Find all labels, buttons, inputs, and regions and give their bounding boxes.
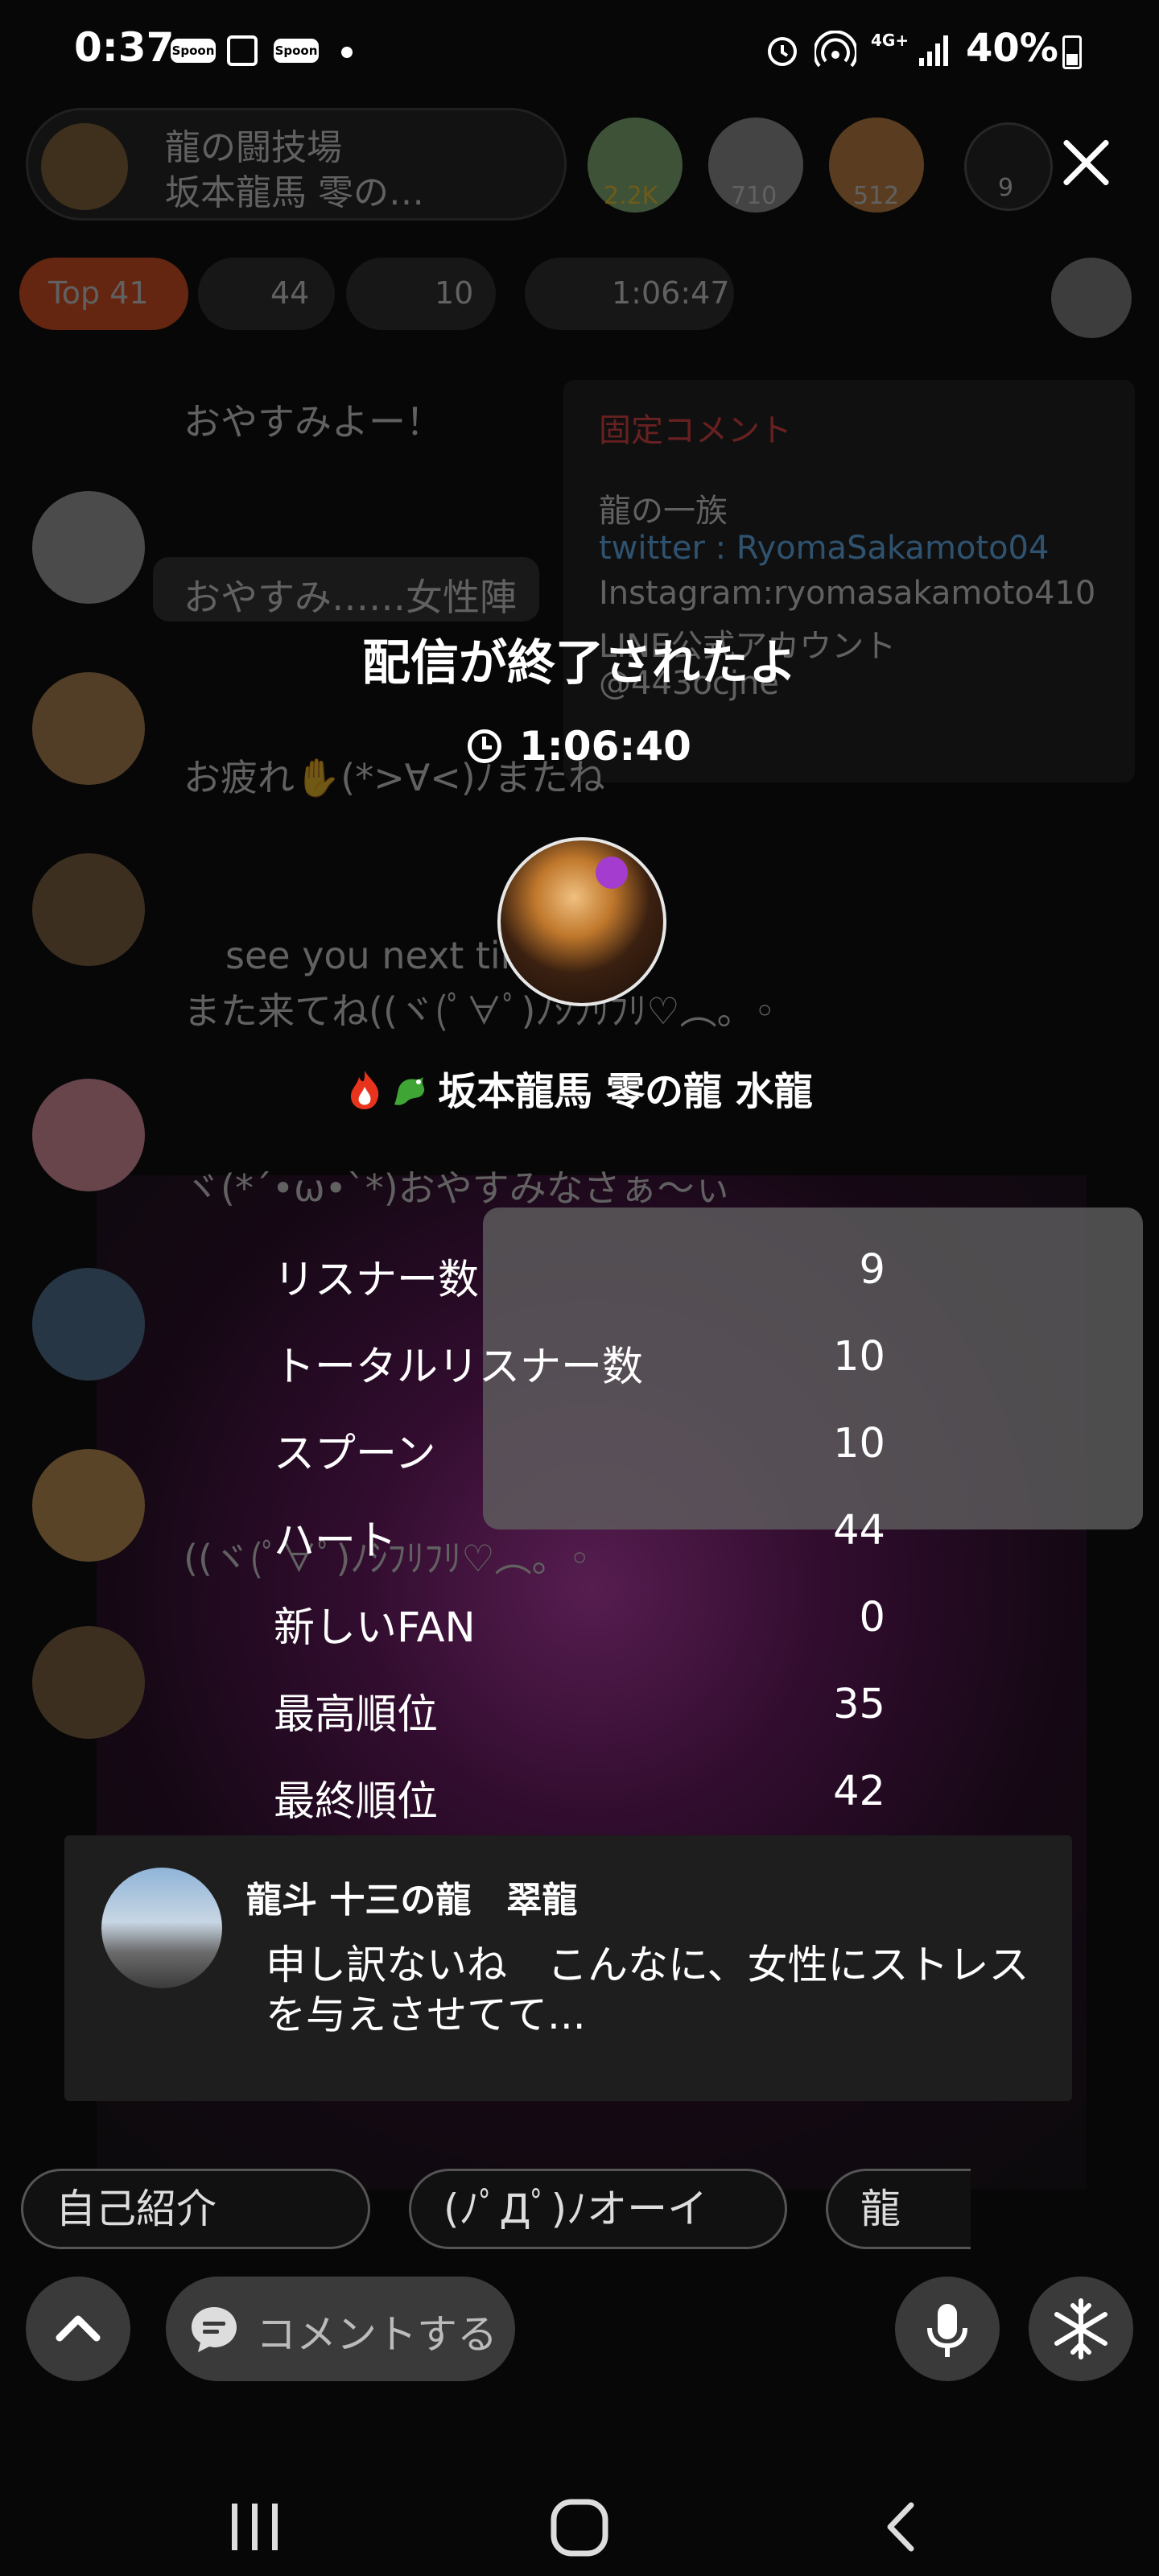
stat-highest-rank: 最高順位 35 bbox=[274, 1681, 885, 1768]
dj-name: 坂本龍馬 零の龍 水龍 bbox=[438, 1069, 813, 1114]
shortcut-label: (ﾉﾟДﾟ)ﾉオーイ bbox=[443, 2186, 708, 2232]
hearts-count: 44 bbox=[270, 275, 310, 311]
room-header[interactable]: 龍の闘技場 坂本龍馬 零の… bbox=[26, 108, 567, 221]
toast-message: 申し訳ないね こんなに、女性にストレスを与えさせてて... bbox=[266, 1942, 1029, 2038]
rank1-badge: 2.2K bbox=[604, 182, 658, 210]
stat-spoons: スプーン 10 bbox=[274, 1420, 885, 1507]
rank3-badge: 512 bbox=[853, 182, 900, 210]
stat-new-fans: 新しいFAN 0 bbox=[274, 1594, 885, 1681]
stat-value: 0 bbox=[859, 1594, 885, 1641]
chat-avatar[interactable] bbox=[32, 1268, 145, 1381]
system-nav-bar bbox=[0, 2447, 1159, 2576]
chat-message: また来てね((ヾ(ﾟ∀ﾟ)ﾉｼﾌﾘﾌﾘ♡︵。◦ bbox=[184, 989, 776, 1033]
pinned-line[interactable]: twitter : RyomaSakamoto04 bbox=[599, 530, 1049, 567]
pinned-title: 固定コメント bbox=[599, 412, 792, 449]
broadcast-stats: リスナー数 9 トータルリスナー数 10 スプーン 10 ハート 44 新しいF… bbox=[274, 1246, 885, 1855]
dj-name-row[interactable]: 坂本龍馬 零の龍 水龍 bbox=[0, 1059, 1159, 1116]
elapsed-time: 1:06:47 bbox=[612, 275, 730, 311]
microphone-icon bbox=[927, 2304, 967, 2357]
listener-count: 9 bbox=[998, 174, 1014, 202]
pinned-comment-card: 固定コメント 龍の一族 twitter : RyomaSakamoto04 In… bbox=[563, 380, 1135, 782]
stat-value: 10 bbox=[833, 1420, 885, 1468]
chat-bubble-icon bbox=[192, 2307, 237, 2352]
dj-avatar[interactable] bbox=[497, 837, 666, 1006]
duration-value: 1:06:40 bbox=[519, 723, 691, 770]
shortcut-label: 龍 bbox=[860, 2186, 901, 2232]
chevron-up-icon bbox=[56, 2315, 101, 2342]
chat-avatar[interactable] bbox=[32, 1626, 145, 1739]
gallery-icon bbox=[227, 35, 258, 66]
signal-icon bbox=[919, 35, 948, 66]
toast-avatar bbox=[101, 1868, 222, 1988]
expand-button[interactable] bbox=[26, 2277, 130, 2381]
chat-avatar[interactable] bbox=[32, 491, 145, 604]
shortcut-hey[interactable]: (ﾉﾟДﾟ)ﾉオーイ bbox=[409, 2169, 787, 2249]
spoon-app-icon-2: Spoon bbox=[274, 39, 319, 63]
status-time: 0:37 bbox=[74, 24, 175, 71]
stat-value: 9 bbox=[859, 1246, 885, 1294]
stat-listeners: リスナー数 9 bbox=[274, 1246, 885, 1333]
stat-value: 10 bbox=[833, 1333, 885, 1381]
room-title-line1: 龍の闘技場 bbox=[165, 127, 342, 168]
home-icon[interactable] bbox=[547, 2496, 612, 2560]
pinned-line: Instagram:ryomasakamoto410 bbox=[599, 575, 1096, 612]
shortcut-dragon[interactable]: 龍 bbox=[826, 2169, 971, 2249]
stat-value: 44 bbox=[833, 1507, 885, 1554]
notification-dot-icon bbox=[341, 47, 353, 58]
chat-avatar[interactable] bbox=[32, 853, 145, 966]
chat-message: おやすみよー！ bbox=[184, 400, 443, 444]
battery-percent: 40% bbox=[966, 26, 1058, 71]
recent-apps-icon[interactable] bbox=[227, 2499, 283, 2555]
top-rank-label: Top 41 bbox=[48, 275, 149, 311]
stat-label: 新しいFAN bbox=[274, 1604, 476, 1652]
snowflake-icon bbox=[1054, 2298, 1107, 2359]
room-host-avatar bbox=[41, 123, 128, 210]
toast-user-name: 龍斗 十三の龍 翠龍 bbox=[246, 1880, 578, 1921]
hotspot-icon bbox=[815, 31, 856, 68]
stat-label: 最高順位 bbox=[274, 1691, 439, 1739]
shortcut-self-intro[interactable]: 自己紹介 bbox=[21, 2169, 370, 2249]
room-title-line2: 坂本龍馬 零の… bbox=[165, 172, 424, 213]
rank2-badge: 710 bbox=[731, 182, 777, 210]
fire-icon bbox=[351, 1071, 379, 1109]
dragon-icon bbox=[394, 1077, 425, 1105]
chat-avatar[interactable] bbox=[32, 1449, 145, 1562]
status-bar: 0:37 Spoon Spoon 4G+ 40% bbox=[0, 0, 1159, 97]
stat-label: リスナー数 bbox=[274, 1257, 480, 1304]
back-icon[interactable] bbox=[877, 2499, 926, 2555]
stat-label: ハート bbox=[274, 1517, 398, 1565]
shortcut-label: 自己紹介 bbox=[56, 2186, 217, 2232]
chat-message: おやすみ……女性陣 bbox=[184, 576, 517, 619]
announce-button[interactable] bbox=[1051, 258, 1132, 338]
broadcast-duration: 1:06:40 bbox=[0, 723, 1159, 770]
battery-icon bbox=[1062, 35, 1082, 69]
network-type: 4G+ bbox=[871, 31, 909, 50]
stat-total-listeners: トータルリスナー数 10 bbox=[274, 1333, 885, 1420]
stat-value: 42 bbox=[833, 1768, 885, 1815]
pinned-line: 龍の一族 bbox=[599, 493, 728, 530]
comment-toast[interactable]: 龍斗 十三の龍 翠龍 申し訳ないね こんなに、女性にストレスを与えさせてて... bbox=[64, 1835, 1072, 2101]
stat-hearts: ハート 44 bbox=[274, 1507, 885, 1594]
stat-value: 35 bbox=[833, 1681, 885, 1728]
stat-label: スプーン bbox=[274, 1430, 436, 1478]
gifts-count: 10 bbox=[435, 275, 474, 311]
hearts-chip[interactable] bbox=[198, 258, 335, 330]
broadcast-ended-title: 配信が終了されたよ bbox=[362, 635, 797, 691]
stat-label: 最終順位 bbox=[274, 1778, 439, 1826]
alarm-icon bbox=[768, 37, 797, 66]
clock-icon bbox=[468, 729, 502, 763]
mic-button[interactable] bbox=[895, 2277, 1000, 2381]
comment-input[interactable]: コメントする bbox=[166, 2277, 515, 2381]
chat-message: ヾ(*ˊ•ω•ˋ*)おやすみなさぁ〜ぃ bbox=[184, 1166, 732, 1210]
close-icon[interactable] bbox=[1059, 135, 1114, 190]
spoon-app-icon: Spoon bbox=[171, 39, 216, 63]
effect-button[interactable] bbox=[1029, 2277, 1133, 2381]
stat-label: トータルリスナー数 bbox=[274, 1344, 644, 1391]
comment-placeholder: コメントする bbox=[256, 2311, 497, 2358]
